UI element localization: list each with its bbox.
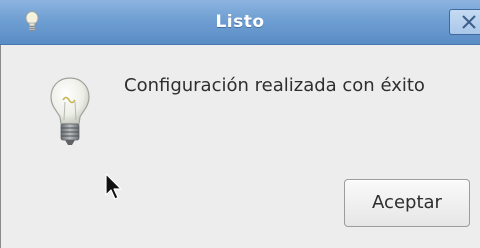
window-title: Listo: [215, 12, 265, 32]
lightbulb-icon: [48, 76, 92, 150]
title-bar[interactable]: Listo: [0, 0, 480, 45]
mouse-pointer-icon: [105, 173, 125, 203]
dialog-body: Configuración realizada con éxito Acepta…: [0, 45, 480, 248]
accept-button[interactable]: Aceptar: [344, 179, 470, 227]
dialog-window: Listo Configuración realizada con éxito …: [0, 0, 480, 248]
close-icon: [462, 15, 476, 29]
close-button[interactable]: [449, 9, 480, 35]
dialog-message: Configuración realizada con éxito: [124, 75, 425, 96]
